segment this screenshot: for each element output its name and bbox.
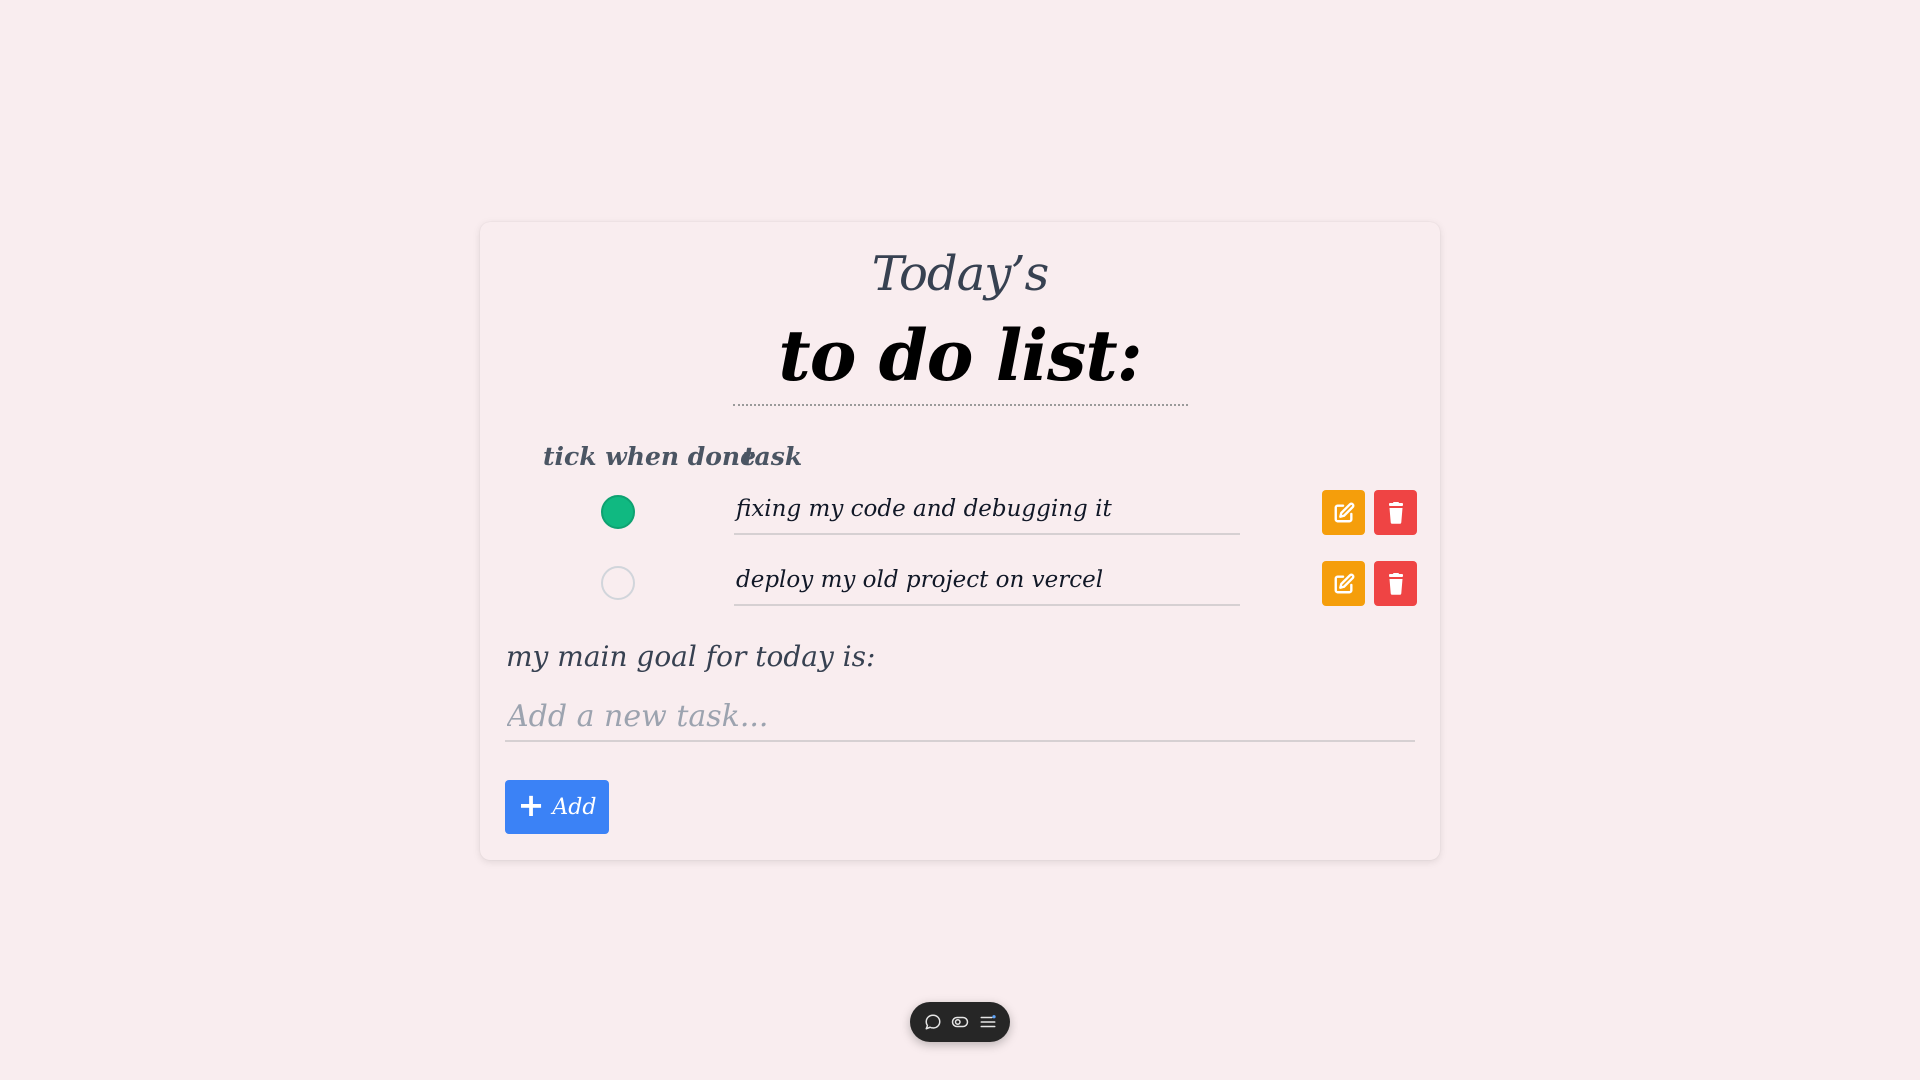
todo-card: Today’s to do list: tick when done task … [480,222,1440,860]
new-task-input[interactable] [505,692,1415,742]
task-row: deploy my old project on vercel [480,558,1440,608]
title-top: Today’s [871,246,1050,302]
task-checkbox[interactable] [601,566,635,600]
edit-icon [1333,502,1355,524]
goal-label: my main goal for today is: [506,640,876,673]
task-checkbox[interactable] [601,495,635,529]
trash-icon [1386,572,1406,595]
column-header-task: task [743,442,803,471]
page: Today’s to do list: tick when done task … [0,0,1920,1080]
trash-icon [1386,501,1406,524]
add-button-label: Add [552,794,597,820]
delete-button[interactable] [1374,561,1417,606]
task-text[interactable]: deploy my old project on vercel [734,560,1240,606]
eye-icon[interactable] [949,1011,971,1033]
edit-button[interactable] [1322,561,1365,606]
comment-icon[interactable] [922,1011,944,1033]
task-text[interactable]: fixing my code and debugging it [734,489,1240,535]
menu-icon[interactable] [977,1011,999,1033]
edit-icon [1333,573,1355,595]
plus-icon: + [517,786,545,824]
delete-button[interactable] [1374,490,1417,535]
floating-toolbar [910,1002,1010,1042]
title-divider [733,404,1188,406]
task-row: fixing my code and debugging it [480,487,1440,537]
edit-button[interactable] [1322,490,1365,535]
page-title: to do list: [778,314,1142,397]
add-button[interactable]: + Add [505,780,609,834]
column-header-tick: tick when done [543,442,757,471]
